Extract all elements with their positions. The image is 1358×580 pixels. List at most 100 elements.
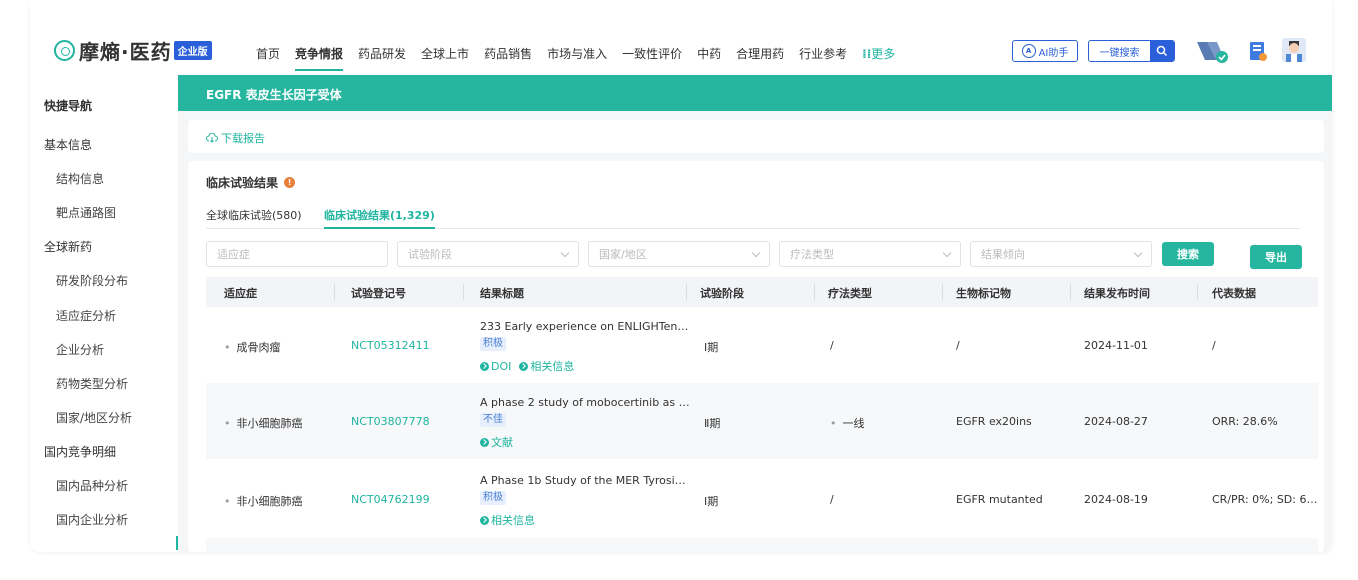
search-button[interactable]: 搜索 xyxy=(1162,242,1214,266)
vip-icon[interactable] xyxy=(1195,38,1229,64)
sidebar-item-target-pathway[interactable]: 靶点通路图 xyxy=(56,204,116,221)
chevron-down-icon xyxy=(942,248,952,258)
sidebar-item-drug-type-analysis[interactable]: 药物类型分析 xyxy=(56,375,128,392)
tab-global-trials[interactable]: 全球临床试验(580) xyxy=(206,207,302,223)
indication-filter[interactable]: 适应症 xyxy=(206,241,388,267)
result-tag: 不佳 xyxy=(480,413,506,427)
brand-name: 摩熵·医药 xyxy=(79,40,172,64)
therapy-filter-placeholder: 疗法类型 xyxy=(790,248,834,261)
nav-item-competitive-intel[interactable]: 竞争情报 xyxy=(295,45,344,71)
result-title-link[interactable]: 233 Early experience on ENLIGHTen… xyxy=(480,320,688,333)
phase-filter[interactable]: 试验阶段 xyxy=(397,241,579,267)
section-title: 临床试验结果 ! xyxy=(206,174,296,191)
literature-link-label: 文献 xyxy=(491,436,513,449)
doi-link-label: DOI xyxy=(491,359,512,373)
therapy-cell: / xyxy=(830,493,834,506)
chevron-down-icon xyxy=(751,248,761,258)
table-row[interactable] xyxy=(206,538,1318,552)
trend-filter[interactable]: 结果倾向 xyxy=(970,241,1152,267)
nav-item-consistency[interactable]: 一致性评价 xyxy=(622,45,682,62)
column-divider xyxy=(334,284,335,300)
column-divider xyxy=(463,284,464,300)
nav-item-home[interactable]: 首页 xyxy=(256,45,280,62)
result-links: DOI 相关信息 xyxy=(480,358,582,374)
edition-badge: 企业版 xyxy=(173,41,212,60)
sidebar-item-region-analysis[interactable]: 国家/地区分析 xyxy=(56,409,132,426)
column-divider xyxy=(686,284,687,300)
registration-number-link[interactable]: NCT04762199 xyxy=(351,493,430,506)
nav-item-drug-rd[interactable]: 药品研发 xyxy=(358,45,406,62)
tab-trial-results[interactable]: 临床试验结果(1,329) xyxy=(324,207,435,229)
sidebar-item-company-analysis[interactable]: 企业分析 xyxy=(56,341,104,358)
ai-assistant-label: AI助手 xyxy=(1038,47,1069,59)
column-header: 结果标题 xyxy=(480,287,524,300)
column-header: 疗法类型 xyxy=(828,287,872,300)
nav-item-global-market[interactable]: 全球上市 xyxy=(421,45,469,62)
representative-data-cell: ORR: 28.6% xyxy=(1212,415,1278,428)
region-filter[interactable]: 国家/地区 xyxy=(588,241,770,267)
literature-link[interactable]: 文献 xyxy=(480,434,513,450)
nav-item-drug-sales[interactable]: 药品销售 xyxy=(484,45,532,62)
related-info-link[interactable]: 相关信息 xyxy=(480,512,535,528)
indication-cell: 非小细胞肺癌 xyxy=(224,415,303,431)
representative-data-cell: CR/PR: 0%; SD: 6… xyxy=(1212,493,1318,506)
registration-number-link[interactable]: NCT03807778 xyxy=(351,415,430,428)
one-click-search-button[interactable]: 一键搜索 xyxy=(1088,40,1175,62)
app-frame: 摩熵·医药 企业版 首页 竞争情报 药品研发 全球上市 药品销售 市场与准入 一… xyxy=(30,0,1332,552)
download-report-link[interactable]: 下载报告 xyxy=(206,130,265,146)
user-avatar[interactable] xyxy=(1282,38,1306,62)
section-title-text: 临床试验结果 xyxy=(206,176,279,190)
result-links: 相关信息 xyxy=(480,512,543,528)
trend-filter-placeholder: 结果倾向 xyxy=(981,248,1025,261)
date-cell: 2024-08-27 xyxy=(1084,415,1148,428)
nav-more[interactable]: ⁞⁞更多 xyxy=(862,45,895,62)
column-divider xyxy=(1197,284,1198,300)
top-navigation: 摩熵·医药 企业版 首页 竞争情报 药品研发 全球上市 药品销售 市场与准入 一… xyxy=(30,0,1332,75)
column-header: 适应症 xyxy=(224,287,257,300)
nav-item-tcm[interactable]: 中药 xyxy=(697,45,721,62)
sidebar-item-domestic-variety[interactable]: 国内品种分析 xyxy=(56,477,128,494)
column-header: 结果发布时间 xyxy=(1084,287,1150,300)
sidebar-heading: 快捷导航 xyxy=(44,99,93,113)
sidebar-item-rd-phase[interactable]: 研发阶段分布 xyxy=(56,272,128,289)
representative-data-cell: / xyxy=(1212,339,1216,352)
phase-cell: Ⅱ期 xyxy=(704,417,721,430)
result-tag: 积极 xyxy=(480,491,506,505)
quick-nav-sidebar: 快捷导航 基本信息 结构信息 靶点通路图 全球新药 研发阶段分布 适应症分析 企… xyxy=(30,75,178,552)
result-title-link[interactable]: A Phase 1b Study of the MER Tyrosi… xyxy=(480,474,686,487)
link-icon xyxy=(519,361,529,371)
ai-assistant-button[interactable]: A AI助手 xyxy=(1012,40,1078,62)
sidebar-item-basic-info[interactable]: 基本信息 xyxy=(44,136,92,153)
ai-icon: A xyxy=(1021,44,1036,58)
chevron-down-icon xyxy=(1133,248,1143,258)
info-icon[interactable]: ! xyxy=(284,177,296,188)
brand-logo[interactable]: 摩熵·医药 企业版 xyxy=(54,36,212,65)
biomarker-cell: EGFR ex20ins xyxy=(956,415,1032,428)
sidebar-item-structure[interactable]: 结构信息 xyxy=(56,170,104,187)
table-row[interactable]: 成骨肉瘤 NCT05312411 233 Early experience on… xyxy=(206,307,1318,383)
table-header: 适应症 试验登记号 结果标题 试验阶段 疗法类型 生物标记物 结果发布时间 代表… xyxy=(206,277,1318,307)
table-row[interactable]: 非小细胞肺癌 NCT04762199 A Phase 1b Study of t… xyxy=(206,461,1318,537)
therapy-filter[interactable]: 疗法类型 xyxy=(779,241,961,267)
related-info-link[interactable]: 相关信息 xyxy=(519,358,574,374)
table-row[interactable]: 非小细胞肺癌 NCT03807778 A phase 2 study of mo… xyxy=(206,383,1318,459)
sidebar-item-domestic-competition[interactable]: 国内竞争明细 xyxy=(44,443,116,460)
nav-item-market-access[interactable]: 市场与准入 xyxy=(547,45,607,62)
link-icon xyxy=(480,515,489,525)
manual-book-icon[interactable] xyxy=(1248,40,1268,62)
sidebar-item-global-new-drugs[interactable]: 全球新药 xyxy=(44,238,92,255)
nav-item-rational-use[interactable]: 合理用药 xyxy=(736,45,784,62)
registration-number-link[interactable]: NCT05312411 xyxy=(351,339,430,352)
therapy-cell: 一线 xyxy=(830,415,865,431)
link-icon xyxy=(480,437,489,447)
sidebar-item-domestic-company[interactable]: 国内企业分析 xyxy=(56,511,128,528)
search-icon xyxy=(1150,41,1174,61)
biomarker-cell: / xyxy=(956,339,960,352)
sidebar-item-indication-analysis[interactable]: 适应症分析 xyxy=(56,307,116,324)
nav-item-industry-ref[interactable]: 行业参考 xyxy=(799,45,847,62)
export-button[interactable]: 导出 xyxy=(1250,245,1302,269)
doi-link[interactable]: DOI xyxy=(480,358,511,374)
result-title-link[interactable]: A phase 2 study of mobocertinib as … xyxy=(480,396,690,409)
link-icon xyxy=(480,361,489,371)
phase-cell: Ⅰ期 xyxy=(704,495,719,508)
